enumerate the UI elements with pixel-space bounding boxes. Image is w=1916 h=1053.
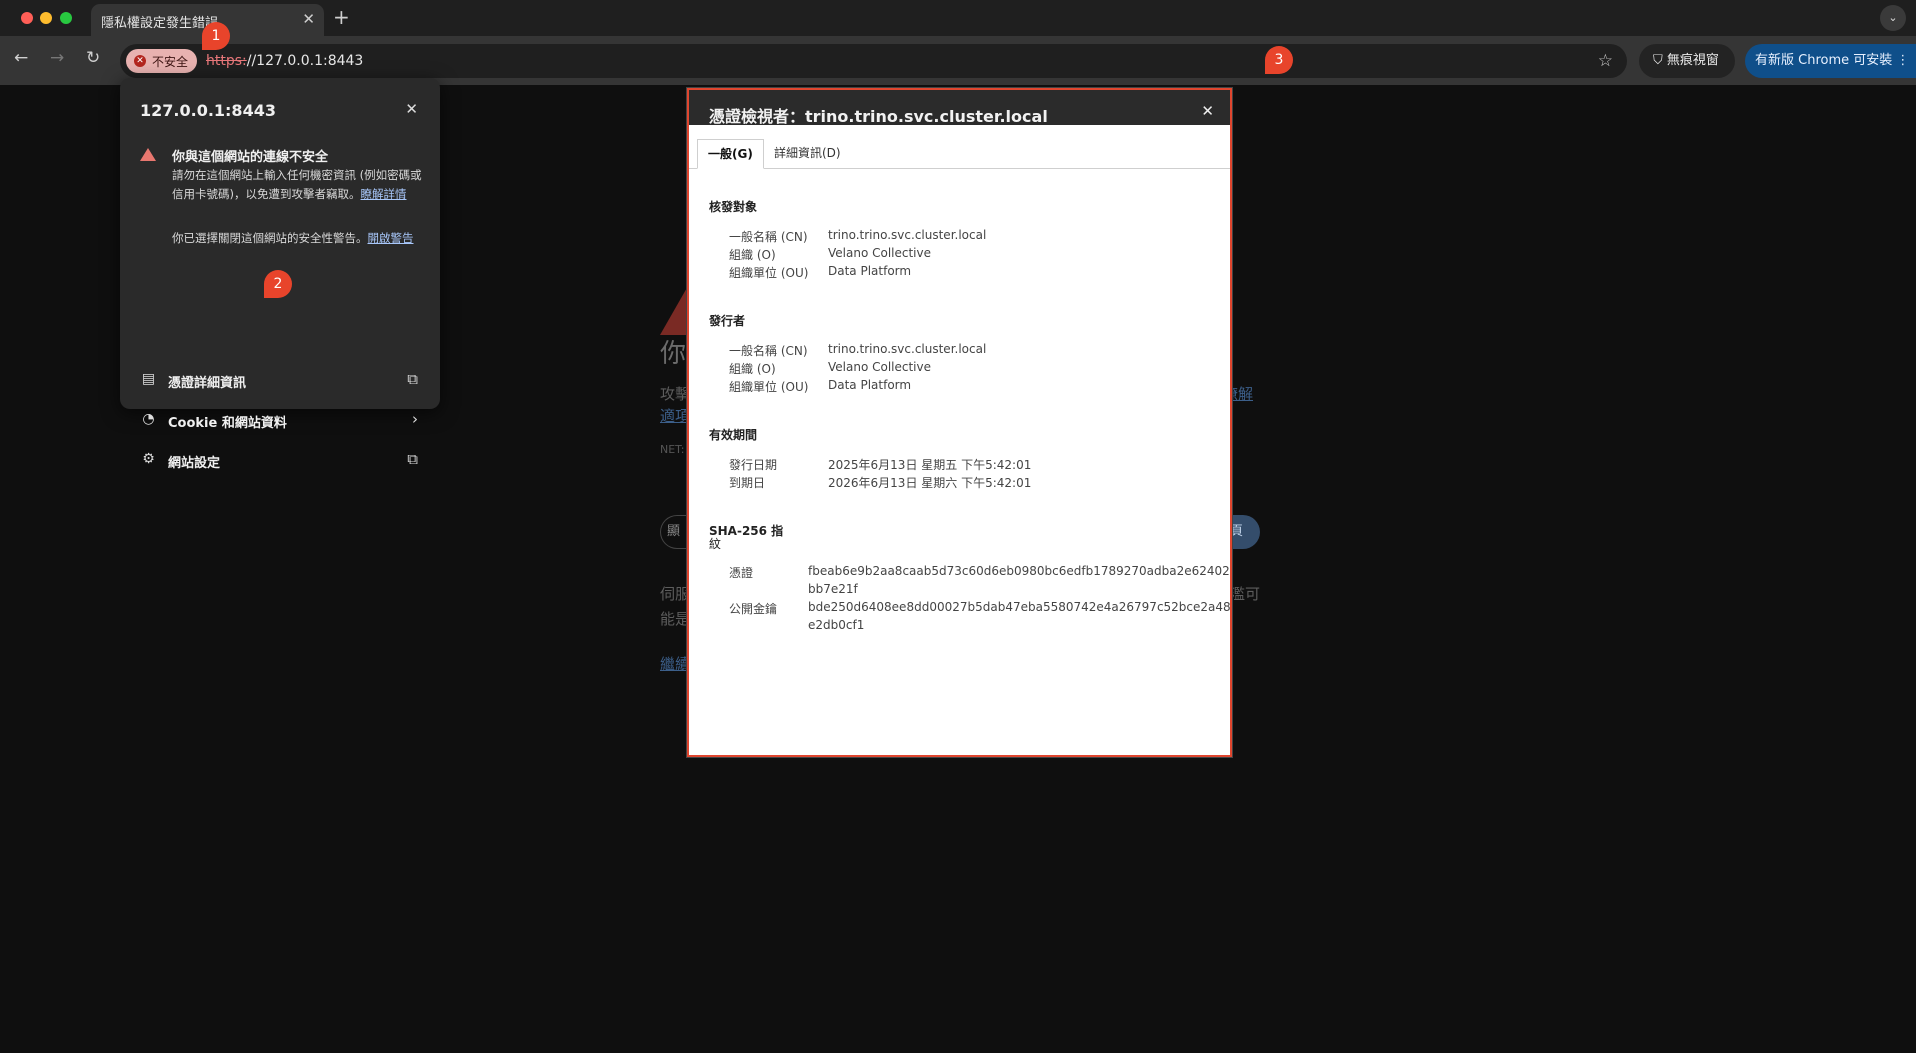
external-link-icon: ⧉: [407, 450, 418, 468]
issued-to-cn-key: 一般名稱 (CN): [729, 230, 808, 244]
expiry-date-key: 到期日: [729, 476, 766, 490]
interstitial-footer-2: 能是: [660, 610, 691, 628]
validity-heading: 有效期間: [709, 428, 758, 442]
window-maximize-button[interactable]: [60, 12, 72, 24]
security-chip[interactable]: ✕ 不安全: [126, 49, 198, 73]
external-link-icon: ⧉: [407, 370, 418, 388]
advanced-button[interactable]: 顯: [660, 515, 690, 549]
certificate-icon: ▤: [141, 371, 156, 387]
expiry-date-value: 2026年6月13日 星期六 下午5:42:01: [828, 476, 1032, 490]
chevron-right-icon: ›: [412, 410, 418, 428]
enable-warnings-link[interactable]: 開啟警告: [368, 231, 414, 245]
update-label: 有新版 Chrome 可安裝: [1755, 53, 1893, 68]
cert-tabs: 一般(G) 詳細資訊(D): [689, 139, 1230, 169]
cookies-row[interactable]: ◔ Cookie 和網站資料 ›: [120, 400, 440, 440]
interstitial-link-2[interactable]: 適項: [660, 405, 690, 426]
issue-date-value: 2025年6月13日 星期五 下午5:42:01: [828, 458, 1032, 472]
tab-search-button[interactable]: ⌄: [1880, 5, 1906, 31]
new-tab-button[interactable]: +: [333, 5, 350, 29]
popup-close-icon[interactable]: ✕: [405, 100, 418, 118]
security-chip-label: 不安全: [152, 54, 189, 69]
callout-marker-3: 3: [1265, 46, 1293, 74]
issued-by-cn-key: 一般名稱 (CN): [729, 344, 808, 358]
certificate-details-label: 憑證詳細資訊: [168, 376, 247, 391]
security-note-text: 你已選擇關閉這個網站的安全性警告。: [172, 231, 368, 245]
error-code: NET:: [660, 443, 685, 456]
issued-by-o-value: Velano Collective: [828, 360, 932, 374]
cookie-icon: ◔: [142, 411, 155, 427]
certificate-viewer-dialog: 憑證檢視者：trino.trino.svc.cluster.local ✕ 一般…: [687, 88, 1232, 757]
pubkey-fingerprint-value-1: bde250d6408ee8dd00027b5dab47eba5580742e4…: [808, 600, 1231, 614]
cert-fingerprint-value-2: bb7e21f: [808, 582, 858, 596]
incognito-indicator[interactable]: ⛉ 無痕視窗: [1639, 44, 1735, 78]
reload-button[interactable]: ↻: [86, 48, 100, 68]
site-settings-row[interactable]: ⚙ 網站設定 ⧉: [120, 440, 440, 480]
tab-title: 隱私權設定發生錯誤: [101, 16, 219, 31]
url-host: //127.0.0.1:8443: [246, 53, 364, 69]
callout-marker-2: 2: [264, 270, 292, 298]
url-scheme: https:: [206, 53, 247, 69]
more-menu-icon[interactable]: ⋮: [1892, 53, 1909, 68]
not-secure-icon: ✕: [134, 55, 146, 67]
cert-fingerprint-key: 憑證: [729, 566, 754, 580]
issued-by-cn-value: trino.trino.svc.cluster.local: [828, 342, 987, 356]
issue-date-key: 發行日期: [729, 458, 778, 472]
cert-close-icon[interactable]: ✕: [1201, 102, 1214, 120]
learn-more-link[interactable]: 瞭解詳情: [361, 187, 407, 201]
window-minimize-button[interactable]: [40, 12, 52, 24]
site-info-popup: 127.0.0.1:8443 ✕ 你與這個網站的連線不安全 請勿在這個網站上輸入…: [120, 78, 440, 471]
url-text[interactable]: https://127.0.0.1:8443: [206, 53, 363, 69]
issued-by-ou-key: 組織單位 (OU): [729, 380, 809, 394]
back-button[interactable]: ←: [14, 48, 28, 68]
interstitial-footer-right: 濫可: [1230, 585, 1261, 603]
incognito-label: 無痕視窗: [1666, 53, 1719, 68]
tab-close-icon[interactable]: ✕: [302, 10, 315, 28]
gear-icon: ⚙: [142, 451, 155, 467]
interstitial-footer: 伺服: [660, 585, 691, 603]
certificate-details-row[interactable]: ▤ 憑證詳細資訊 ⧉: [120, 360, 440, 400]
issued-by-heading: 發行者: [709, 314, 746, 328]
incognito-icon: ⛉: [1653, 53, 1667, 68]
interstitial-heading: 你: [660, 339, 687, 369]
fingerprint-heading-line2: 紋: [709, 537, 722, 551]
connection-warning-body: 請勿在這個網站上輸入任何機密資訊 (例如密碼或信用卡號碼)，以免遭到攻擊者竊取。…: [172, 166, 422, 204]
warning-icon: [140, 148, 156, 161]
issued-by-o-key: 組織 (O): [729, 362, 776, 376]
cert-fingerprint-value-1: fbeab6e9b2aa8caab5d73c60d6eb0980bc6edfb1…: [808, 564, 1230, 578]
interstitial-text: 攻擊: [660, 385, 691, 403]
pubkey-fingerprint-value-2: e2db0cf1: [808, 618, 865, 632]
issued-to-o-value: Velano Collective: [828, 246, 932, 260]
forward-button[interactable]: →: [50, 48, 64, 68]
tab-general[interactable]: 一般(G): [697, 139, 764, 169]
update-chrome-button[interactable]: 有新版 Chrome 可安裝 ⋮: [1745, 44, 1916, 78]
security-warning-note: 你已選擇關閉這個網站的安全性警告。開啟警告: [172, 229, 422, 248]
site-settings-label: 網站設定: [168, 456, 221, 471]
cookies-label: Cookie 和網站資料: [168, 416, 287, 431]
cert-dialog-title: 憑證檢視者：trino.trino.svc.cluster.local: [709, 107, 1048, 126]
issued-to-heading: 核發對象: [709, 200, 758, 214]
issued-to-ou-value: Data Platform: [828, 264, 912, 278]
issued-to-cn-value: trino.trino.svc.cluster.local: [828, 228, 987, 242]
bookmark-star-icon[interactable]: ☆: [1598, 51, 1613, 71]
pubkey-fingerprint-key: 公開金鑰: [729, 602, 778, 616]
issued-to-o-key: 組織 (O): [729, 248, 776, 262]
popup-title: 127.0.0.1:8443: [140, 101, 276, 120]
tab-strip: 隱私權設定發生錯誤 ✕ + ⌄: [0, 0, 1916, 36]
address-bar[interactable]: ✕ 不安全 https://127.0.0.1:8443 ☆: [120, 44, 1627, 78]
tab-details[interactable]: 詳細資訊(D): [764, 139, 851, 169]
issued-by-ou-value: Data Platform: [828, 378, 912, 392]
connection-warning-title: 你與這個網站的連線不安全: [172, 150, 329, 165]
callout-marker-1: 1: [202, 22, 230, 50]
proceed-link[interactable]: 繼續: [660, 653, 690, 674]
issued-to-ou-key: 組織單位 (OU): [729, 266, 809, 280]
cert-dialog-header: 憑證檢視者：trino.trino.svc.cluster.local ✕: [689, 90, 1230, 126]
window-close-button[interactable]: [21, 12, 33, 24]
